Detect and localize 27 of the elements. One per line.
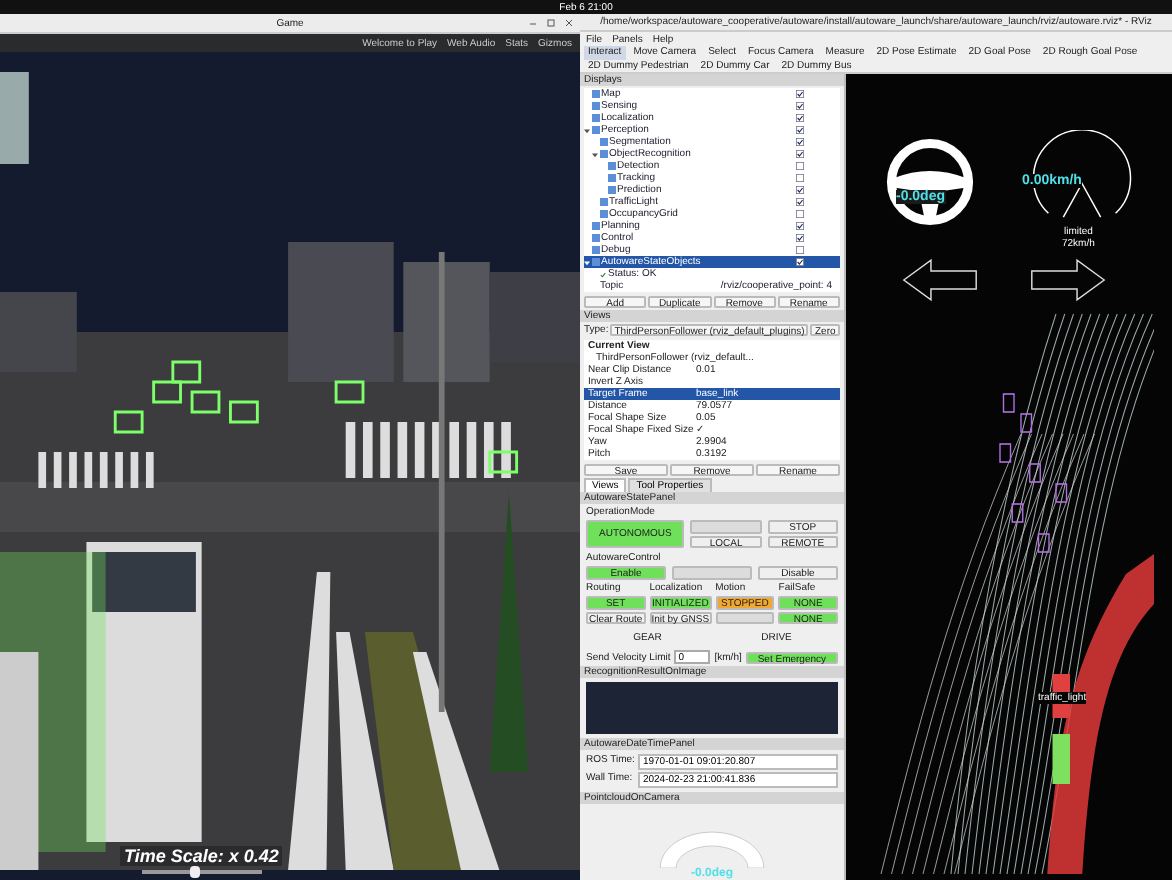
checkbox[interactable] bbox=[796, 138, 804, 146]
checkbox[interactable] bbox=[796, 258, 804, 266]
checkbox[interactable] bbox=[796, 102, 804, 110]
expand-arrow-icon[interactable] bbox=[592, 151, 598, 157]
check-mark-icon bbox=[600, 271, 606, 277]
checkbox[interactable] bbox=[796, 234, 804, 242]
checkbox[interactable] bbox=[796, 222, 804, 230]
checkbox[interactable] bbox=[796, 246, 804, 254]
checkbox[interactable] bbox=[796, 198, 804, 206]
checkbox[interactable] bbox=[796, 186, 804, 194]
checkbox[interactable] bbox=[796, 174, 804, 182]
slider-thumb[interactable] bbox=[190, 866, 201, 878]
expand-arrow-icon[interactable] bbox=[584, 127, 590, 133]
checkbox[interactable] bbox=[796, 90, 804, 98]
checkbox[interactable] bbox=[796, 210, 804, 218]
right-arrow-icon bbox=[1030, 258, 1106, 302]
checkbox[interactable] bbox=[796, 162, 804, 170]
left-arrow-icon bbox=[902, 258, 978, 302]
time-scale-label: Time Scale: x 0.42 bbox=[120, 846, 283, 866]
close-icon[interactable] bbox=[564, 18, 574, 28]
checkbox[interactable] bbox=[796, 150, 804, 158]
expand-arrow-icon[interactable] bbox=[584, 259, 590, 265]
checkbox[interactable] bbox=[796, 126, 804, 134]
checkbox[interactable] bbox=[796, 114, 804, 122]
gauge-drawing bbox=[656, 828, 768, 868]
steering-wheel-icon bbox=[886, 138, 974, 226]
maximize-icon[interactable] bbox=[546, 18, 556, 28]
